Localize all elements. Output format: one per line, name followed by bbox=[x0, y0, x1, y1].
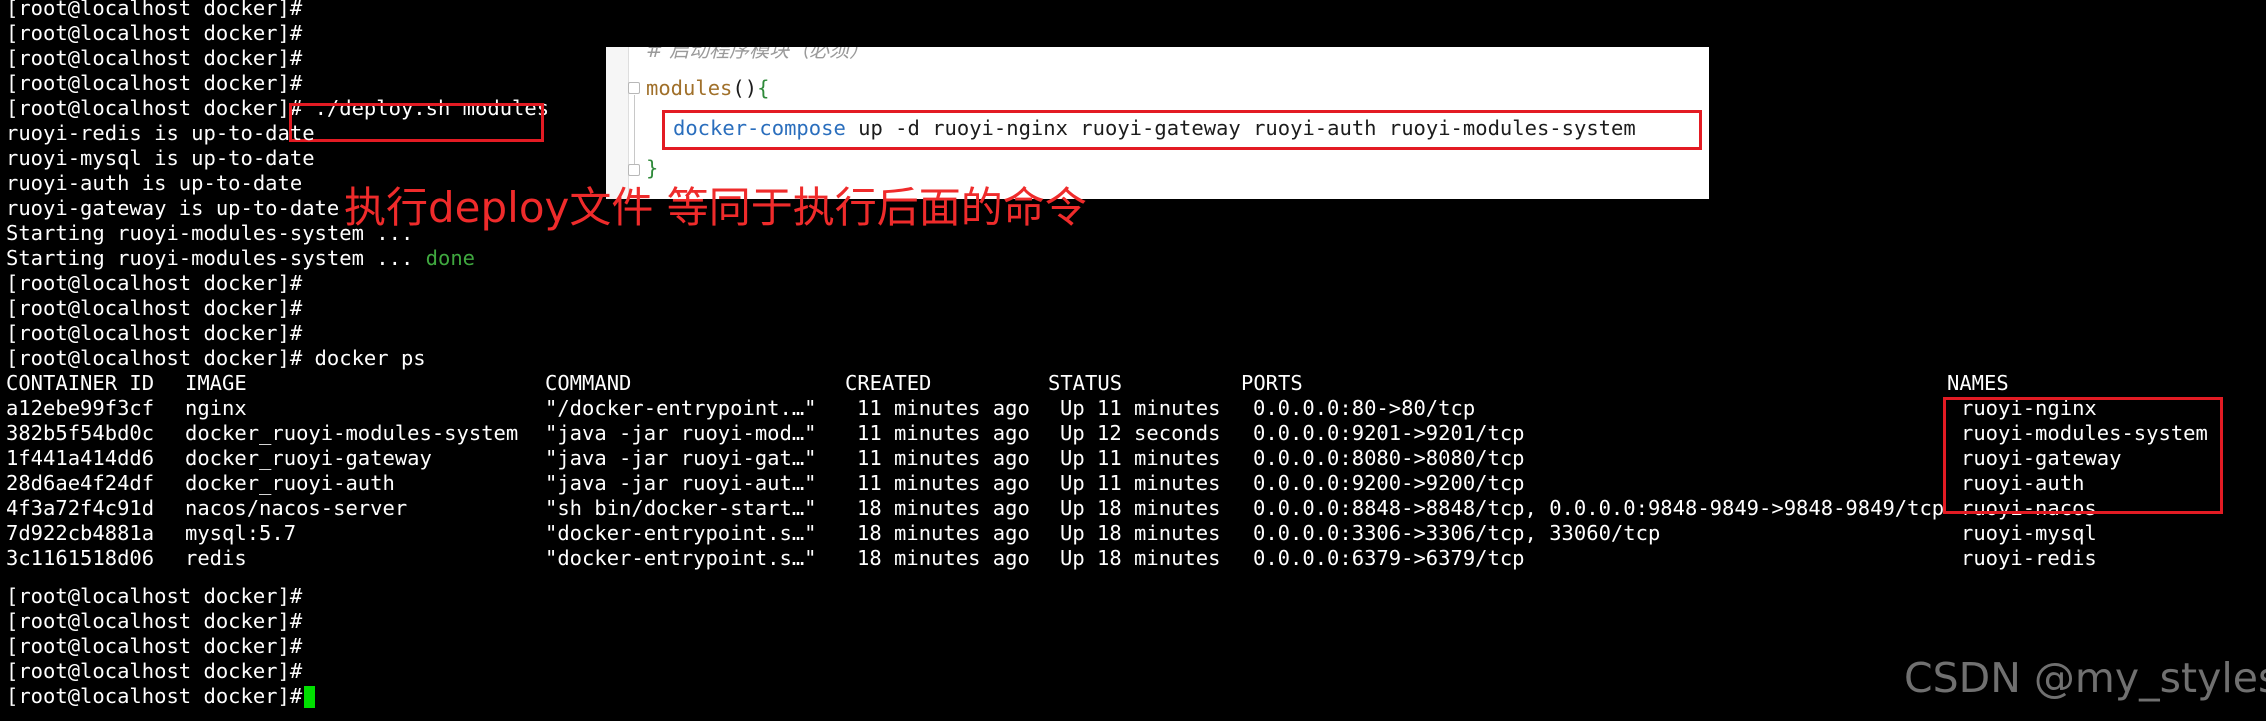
csdn-watermark: CSDN @my_styles bbox=[1904, 654, 2266, 702]
status: Up 11 minutes bbox=[1060, 471, 1221, 495]
code-editor-snippet: # 启动程序模块（必须） modules(){ docker-compose u… bbox=[606, 47, 1709, 199]
prompt-line: [root@localhost docker]# bbox=[6, 659, 303, 683]
editor-gutter bbox=[606, 47, 629, 199]
command: "java -jar ruoyi-gat…" bbox=[545, 446, 817, 470]
status: Up 11 minutes bbox=[1060, 396, 1221, 420]
function-parens: () bbox=[732, 76, 758, 100]
deploy-prompt: [root@localhost docker]# bbox=[6, 96, 315, 120]
prompt-line: [root@localhost docker]# bbox=[6, 71, 303, 95]
terminal-cursor bbox=[304, 686, 315, 708]
image-name: docker_ruoyi-gateway bbox=[185, 446, 432, 470]
prompt-line: [root@localhost docker]# bbox=[6, 609, 303, 633]
status: Up 18 minutes bbox=[1060, 521, 1221, 545]
prompt-line: [root@localhost docker]# bbox=[6, 634, 303, 658]
function-name: modules bbox=[646, 76, 733, 100]
status: Up 11 minutes bbox=[1060, 446, 1221, 470]
created: 18 minutes ago bbox=[857, 546, 1030, 570]
container-name: ruoyi-gateway bbox=[1961, 446, 2122, 470]
container-id: 382b5f54bd0c bbox=[6, 421, 155, 445]
ports: 0.0.0.0:3306->3306/tcp, 33060/tcp bbox=[1253, 521, 1661, 545]
prompt-line: [root@localhost docker]# bbox=[6, 21, 303, 45]
container-name: ruoyi-modules-system bbox=[1961, 421, 2208, 445]
created: 11 minutes ago bbox=[857, 471, 1030, 495]
output-line: ruoyi-mysql is up-to-date bbox=[6, 146, 315, 170]
output-line: ruoyi-redis is up-to-date bbox=[6, 121, 315, 145]
ports: 0.0.0.0:8848->8848/tcp, 0.0.0.0:9848-984… bbox=[1253, 496, 1945, 520]
container-name: ruoyi-mysql bbox=[1961, 521, 2097, 545]
command-arguments: up -d ruoyi-nginx ruoyi-gateway ruoyi-au… bbox=[845, 116, 1636, 140]
deploy-command: ./deploy.sh modules bbox=[314, 96, 550, 120]
close-brace: } bbox=[646, 156, 659, 180]
code-comment: # 启动程序模块（必须） bbox=[646, 47, 870, 62]
image-name: mysql:5.7 bbox=[185, 521, 297, 545]
image-name: docker_ruoyi-modules-system bbox=[185, 421, 519, 445]
prompt-line: [root@localhost docker]# bbox=[6, 321, 303, 345]
prompt-line: [root@localhost docker]# bbox=[6, 271, 303, 295]
container-id: 28d6ae4f24df bbox=[6, 471, 155, 495]
created: 11 minutes ago bbox=[857, 446, 1030, 470]
function-declaration: modules(){ bbox=[646, 71, 769, 105]
column-header-image: IMAGE bbox=[185, 371, 247, 395]
created: 18 minutes ago bbox=[857, 521, 1030, 545]
open-brace: { bbox=[757, 76, 770, 100]
ports: 0.0.0.0:9200->9200/tcp bbox=[1253, 471, 1525, 495]
annotation-label: 执行deploy文件 等同于执行后面的命令 bbox=[344, 183, 1087, 232]
command: "/docker-entrypoint.…" bbox=[545, 396, 817, 420]
container-id: 7d922cb4881a bbox=[6, 521, 155, 545]
ports: 0.0.0.0:6379->6379/tcp bbox=[1253, 546, 1525, 570]
fold-guide-line bbox=[634, 95, 635, 165]
container-name: ruoyi-nginx bbox=[1961, 396, 2097, 420]
ports: 0.0.0.0:9201->9201/tcp bbox=[1253, 421, 1525, 445]
command-keyword: docker-compose bbox=[673, 116, 846, 140]
ports: 0.0.0.0:8080->8080/tcp bbox=[1253, 446, 1525, 470]
command: "java -jar ruoyi-mod…" bbox=[545, 421, 817, 445]
status: Up 18 minutes bbox=[1060, 496, 1221, 520]
column-header-status: STATUS bbox=[1048, 371, 1123, 395]
container-id: a12ebe99f3cf bbox=[6, 396, 155, 420]
status: Up 12 seconds bbox=[1060, 421, 1221, 445]
image-name: redis bbox=[185, 546, 247, 570]
output-line: ruoyi-auth is up-to-date bbox=[6, 171, 303, 195]
column-header-command: COMMAND bbox=[545, 371, 632, 395]
command: "docker-entrypoint.s…" bbox=[545, 546, 817, 570]
command: "sh bin/docker-start…" bbox=[545, 496, 817, 520]
container-name: ruoyi-nacos bbox=[1961, 496, 2097, 520]
column-header-names: NAMES bbox=[1947, 371, 2009, 395]
command: "java -jar ruoyi-aut…" bbox=[545, 471, 817, 495]
active-prompt-line[interactable]: [root@localhost docker]# bbox=[6, 684, 315, 709]
fold-close-icon bbox=[628, 164, 640, 176]
starting-text: Starting ruoyi-modules-system ... bbox=[6, 246, 426, 270]
output-line-done: Starting ruoyi-modules-system ... done bbox=[6, 246, 475, 271]
prompt-line: [root@localhost docker]# bbox=[6, 584, 303, 608]
done-status: done bbox=[425, 246, 476, 270]
fold-open-icon bbox=[628, 82, 640, 94]
compose-command: docker-compose up -d ruoyi-nginx ruoyi-g… bbox=[673, 111, 1636, 145]
ports: 0.0.0.0:80->80/tcp bbox=[1253, 396, 1476, 420]
container-name: ruoyi-auth bbox=[1961, 471, 2085, 495]
created: 11 minutes ago bbox=[857, 421, 1030, 445]
image-name: docker_ruoyi-auth bbox=[185, 471, 395, 495]
column-header-container-id: CONTAINER ID bbox=[6, 371, 155, 395]
terminal-window[interactable]: [root@localhost docker]# [root@localhost… bbox=[0, 0, 2266, 721]
docker-ps-line: [root@localhost docker]# docker ps bbox=[6, 346, 426, 370]
output-line: ruoyi-gateway is up-to-date bbox=[6, 196, 340, 220]
prompt-line: [root@localhost docker]# bbox=[6, 0, 303, 20]
column-header-created: CREATED bbox=[845, 371, 932, 395]
status: Up 18 minutes bbox=[1060, 546, 1221, 570]
container-name: ruoyi-redis bbox=[1961, 546, 2097, 570]
image-name: nginx bbox=[185, 396, 247, 420]
container-id: 4f3a72f4c91d bbox=[6, 496, 155, 520]
container-id: 1f441a414dd6 bbox=[6, 446, 155, 470]
image-name: nacos/nacos-server bbox=[185, 496, 408, 520]
prompt-line: [root@localhost docker]# bbox=[6, 296, 303, 320]
created: 18 minutes ago bbox=[857, 496, 1030, 520]
column-header-ports: PORTS bbox=[1241, 371, 1303, 395]
deploy-command-line: [root@localhost docker]# ./deploy.sh mod… bbox=[6, 96, 549, 121]
command: "docker-entrypoint.s…" bbox=[545, 521, 817, 545]
container-id: 3c1161518d06 bbox=[6, 546, 155, 570]
created: 11 minutes ago bbox=[857, 396, 1030, 420]
prompt-line: [root@localhost docker]# bbox=[6, 46, 303, 70]
